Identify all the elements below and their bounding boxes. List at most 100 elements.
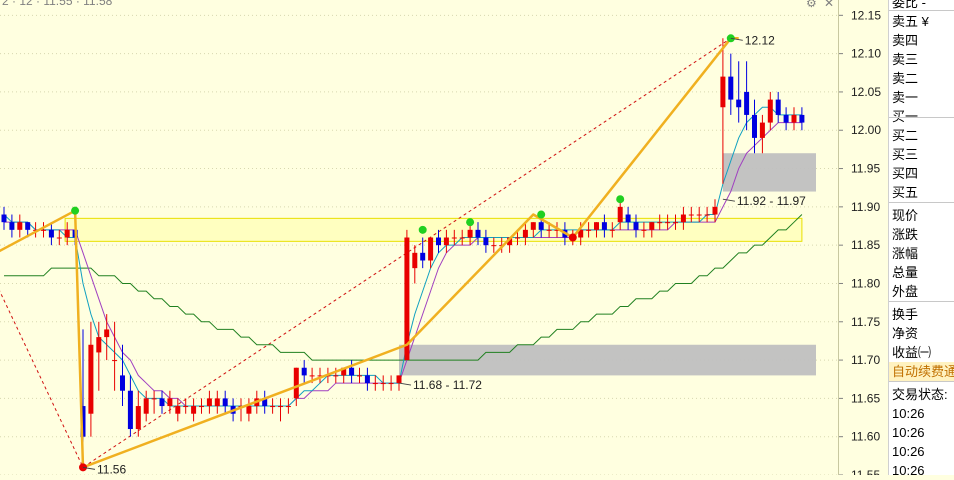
side-row: 买二: [892, 128, 919, 143]
axis-tick-label: 11.95: [851, 162, 880, 176]
candle: [420, 237, 426, 269]
axis-tick-label: 11.80: [851, 276, 880, 290]
candle-body: [293, 367, 299, 399]
candle: [412, 245, 418, 284]
side-row: 买三: [892, 147, 919, 162]
candle-body: [601, 222, 607, 230]
candle-body: [104, 329, 110, 338]
candle-body: [88, 344, 94, 414]
candle-body: [680, 214, 686, 223]
dotted-trend-line: [0, 37, 732, 469]
candle-body: [357, 375, 362, 377]
candle-body: [443, 237, 449, 246]
candle: [214, 390, 220, 414]
gear-icon[interactable]: ⚙: [806, 0, 817, 10]
candle-body: [412, 252, 418, 269]
annotation-label: 11.68 - 11.72: [413, 378, 482, 392]
candle-body: [752, 114, 757, 138]
candle: [285, 398, 291, 414]
candle-body: [522, 229, 528, 238]
candle-body: [25, 222, 31, 230]
pivot-marker: [616, 195, 625, 204]
candle: [262, 390, 268, 414]
pivot-marker: [537, 210, 546, 219]
candle: [88, 321, 94, 437]
side-row: 总量: [892, 265, 919, 280]
candle: [9, 214, 15, 238]
candle-body: [214, 398, 220, 407]
side-row: 收益㈠: [892, 345, 932, 360]
side-divider: [889, 117, 954, 118]
candle: [238, 398, 244, 422]
candle-body: [143, 398, 149, 414]
side-row: 卖五 ¥: [892, 14, 929, 29]
price-axis: 12.15 12.10 12.05 12.00 11.95 11.90 11.85 11.80…: [838, 0, 889, 480]
candle-body: [135, 406, 141, 430]
axis-tick-label: 12.00: [851, 123, 881, 137]
candle: [357, 367, 362, 384]
candle-body: [759, 122, 765, 138]
side-divider: [889, 10, 954, 11]
annotation-leader: [398, 382, 412, 386]
candle-body: [428, 237, 434, 261]
candle-body: [396, 375, 402, 384]
side-row: 卖一: [892, 90, 919, 105]
price-axis-svg: 12.15 12.10 12.05 12.00 11.95 11.90 11.85 11.80…: [839, 8, 881, 480]
side-row: 卖二: [892, 71, 919, 86]
candle-body: [191, 406, 197, 414]
candle-body: [594, 222, 599, 230]
chart-area[interactable]: 12.12 11.56 11.68 - 11.72 11.92 - 11.97 2 ·…: [0, 0, 838, 475]
candle-body: [285, 406, 291, 408]
close-icon[interactable]: ✕: [824, 0, 834, 10]
candle-body: [696, 214, 702, 216]
annotation-label: 11.56: [97, 462, 126, 475]
candle: [167, 390, 173, 414]
candle: [728, 53, 734, 115]
candle: [143, 390, 149, 422]
side-row: 自动续费通: [889, 362, 954, 381]
candle-body: [1, 214, 7, 223]
candle: [206, 390, 212, 414]
candle-body: [333, 375, 339, 377]
pivot-marker: [466, 218, 475, 227]
axis-tick-label: 11.60: [851, 430, 880, 444]
price-chart[interactable]: 12.12 11.56 11.68 - 11.72 11.92 - 11.97: [0, 0, 838, 475]
candle: [301, 360, 307, 384]
candle-body: [206, 398, 212, 407]
candle-body: [420, 252, 426, 261]
candle: [349, 360, 355, 384]
candle: [246, 398, 252, 422]
candle: [151, 390, 157, 414]
candle-body: [151, 398, 157, 400]
side-row: 10:26: [892, 406, 925, 421]
candle-body: [467, 229, 473, 238]
candle-body: [799, 114, 805, 123]
annotation-label: 12.12: [745, 33, 775, 47]
candle-body: [657, 222, 663, 224]
candle-body: [436, 237, 441, 246]
candle: [388, 375, 394, 391]
axis-tick-label: 12.15: [851, 8, 881, 22]
candle: [191, 398, 197, 422]
candle-body: [728, 76, 734, 100]
header-info-text: 2 · 12 · 11.55 · 11.58: [2, 0, 113, 8]
candle-body: [625, 214, 631, 223]
candle-body: [309, 375, 315, 377]
side-row: 涨幅: [892, 246, 919, 261]
candle-body: [246, 406, 252, 414]
quote-side-panel: 委比 - 卖五 ¥ 卖四 卖三 卖二 卖一 买一 买二 买三 买四 买五 现价 涨跌 涨幅 总量 外盘 换手 净资…: [888, 0, 954, 475]
candle-body: [515, 237, 520, 239]
annotation-label: 11.92 - 11.97: [737, 194, 806, 208]
candle-body: [112, 360, 118, 362]
candle-body: [665, 222, 671, 224]
candle-body: [744, 91, 750, 115]
side-row: 10:26: [892, 444, 925, 459]
candle-body: [364, 375, 370, 384]
candle-body: [775, 99, 781, 115]
side-divider: [889, 381, 954, 382]
pivot-marker-low: [568, 233, 577, 242]
candle-body: [475, 229, 481, 238]
candle-body: [459, 237, 465, 239]
candle: [767, 91, 773, 131]
candle-body: [167, 398, 173, 407]
